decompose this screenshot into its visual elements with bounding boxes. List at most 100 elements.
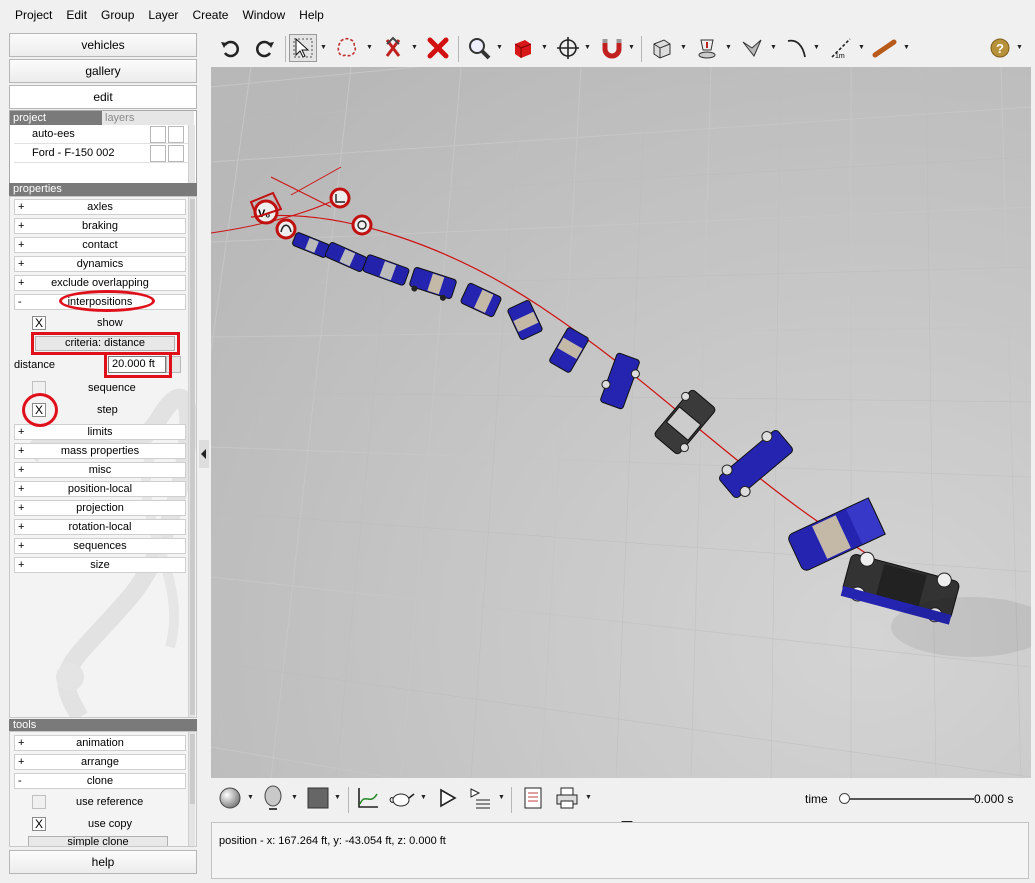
collapse-toggle[interactable]: - [18,774,22,788]
magnet-icon[interactable] [598,34,626,62]
render-list-icon[interactable] [466,784,494,812]
prop-projection[interactable]: + projection [14,500,186,516]
move-crosshair-icon[interactable] [554,34,582,62]
time-slider-knob[interactable] [839,793,850,804]
show-checkbox[interactable]: X [32,316,46,330]
camera-target-icon[interactable] [693,34,721,62]
lasso-icon[interactable] [334,34,362,62]
report-icon[interactable] [519,784,547,812]
menu-edit[interactable]: Edit [59,8,94,22]
no-collision-icon[interactable] [379,34,407,62]
tape-tool-icon[interactable] [871,34,899,62]
color-swatch-icon[interactable] [304,784,332,812]
use-reference-checkbox[interactable] [32,795,46,809]
expand-toggle[interactable]: + [18,736,24,750]
prop-label: contact [82,239,118,251]
undo-icon[interactable] [216,34,244,62]
help-icon[interactable]: ? [986,34,1014,62]
expand-toggle[interactable]: + [18,482,24,496]
prop-rotation-local[interactable]: + rotation-local [14,519,186,535]
menu-group[interactable]: Group [94,8,141,22]
menu-layer[interactable]: Layer [141,8,185,22]
menu-help[interactable]: Help [292,8,331,22]
prop-dynamics[interactable]: + dynamics [14,256,186,272]
prop-sequences[interactable]: + sequences [14,538,186,554]
gallery-button[interactable]: gallery [9,59,197,83]
box-view-icon[interactable] [648,34,676,62]
menu-window[interactable]: Window [235,8,292,22]
time-slider[interactable] [844,798,974,800]
prop-exclude-overlapping[interactable]: + exclude overlapping [14,275,186,291]
tool-label: clone [86,775,114,787]
prop-misc[interactable]: + misc [14,462,186,478]
surface-plane-icon[interactable] [738,34,766,62]
help-button[interactable]: help [9,850,197,874]
play-icon[interactable] [433,784,461,812]
teapot-icon[interactable] [388,784,416,812]
graph-marker-icon[interactable] [329,187,351,209]
simple-clone-button[interactable]: simple clone [28,836,168,846]
print-icon[interactable] [553,784,581,812]
expand-toggle[interactable]: + [18,200,24,214]
tab-layers[interactable]: layers [102,111,194,125]
expand-toggle[interactable]: + [18,558,24,572]
expand-toggle[interactable]: + [18,425,24,439]
tree-item-ford[interactable]: Ford - F-150 002 [14,144,192,163]
expand-toggle[interactable]: + [18,444,24,458]
collapse-toggle[interactable]: - [18,295,22,309]
tool-label: animation [76,737,124,749]
prop-braking[interactable]: + braking [14,218,186,234]
prop-label: mass properties [60,445,140,457]
prop-label: misc [88,464,112,476]
expand-toggle[interactable]: + [18,219,24,233]
use-copy-checkbox[interactable]: X [32,817,46,831]
curve-marker-icon[interactable] [275,218,297,240]
tools-panel: + animation + arrange - clone use reference… [9,731,197,847]
expand-toggle[interactable]: + [18,520,24,534]
zoom-icon[interactable] [465,34,493,62]
delete-icon[interactable] [424,34,452,62]
sphere-icon[interactable] [216,784,244,812]
path-curve-icon[interactable] [783,34,811,62]
3d-viewport[interactable]: V₀ [211,67,1031,778]
graph-icon[interactable] [354,784,382,812]
prop-mass-properties[interactable]: + mass properties [14,443,186,459]
visibility-toggle[interactable] [150,126,166,143]
vehicles-button[interactable]: vehicles [9,33,197,57]
tab-project[interactable]: project [10,111,102,125]
select-arrow-icon[interactable] [289,34,317,62]
panel-collapse-handle[interactable] [199,440,209,468]
prop-size[interactable]: + size [14,557,186,573]
expand-toggle[interactable]: + [18,257,24,271]
head-icon[interactable] [259,784,287,812]
edit-button[interactable]: edit [9,85,197,109]
tree-item-label: auto-ees [32,128,75,140]
measure-ruler-icon[interactable]: 1m [827,34,855,62]
tool-arrange[interactable]: + arrange [14,754,186,770]
gauge-marker-icon[interactable] [351,214,373,236]
lock-toggle[interactable] [168,126,184,143]
expand-toggle[interactable]: + [18,755,24,769]
tool-clone[interactable]: - clone [14,773,186,789]
expand-toggle[interactable]: + [18,539,24,553]
expand-toggle[interactable]: + [18,501,24,515]
red-cube-icon[interactable] [509,34,537,62]
menu-create[interactable]: Create [185,8,235,22]
properties-scrollbar[interactable] [188,197,195,717]
prop-contact[interactable]: + contact [14,237,186,253]
tool-animation[interactable]: + animation [14,735,186,751]
scene-canvas[interactable]: V₀ [211,67,1031,778]
tool-label: arrange [81,756,119,768]
expand-toggle[interactable]: + [18,238,24,252]
show-label: show [97,317,123,329]
tools-scrollbar[interactable] [188,732,195,846]
prop-axles[interactable]: + axles [14,199,186,215]
menu-project[interactable]: Project [8,8,59,22]
expand-toggle[interactable]: + [18,276,24,290]
redo-icon[interactable] [251,34,279,62]
lock-toggle[interactable] [168,145,184,162]
tree-item-auto-ees[interactable]: auto-ees [14,125,192,144]
prop-position-local[interactable]: + position-local [14,481,186,497]
expand-toggle[interactable]: + [18,463,24,477]
visibility-toggle[interactable] [150,145,166,162]
